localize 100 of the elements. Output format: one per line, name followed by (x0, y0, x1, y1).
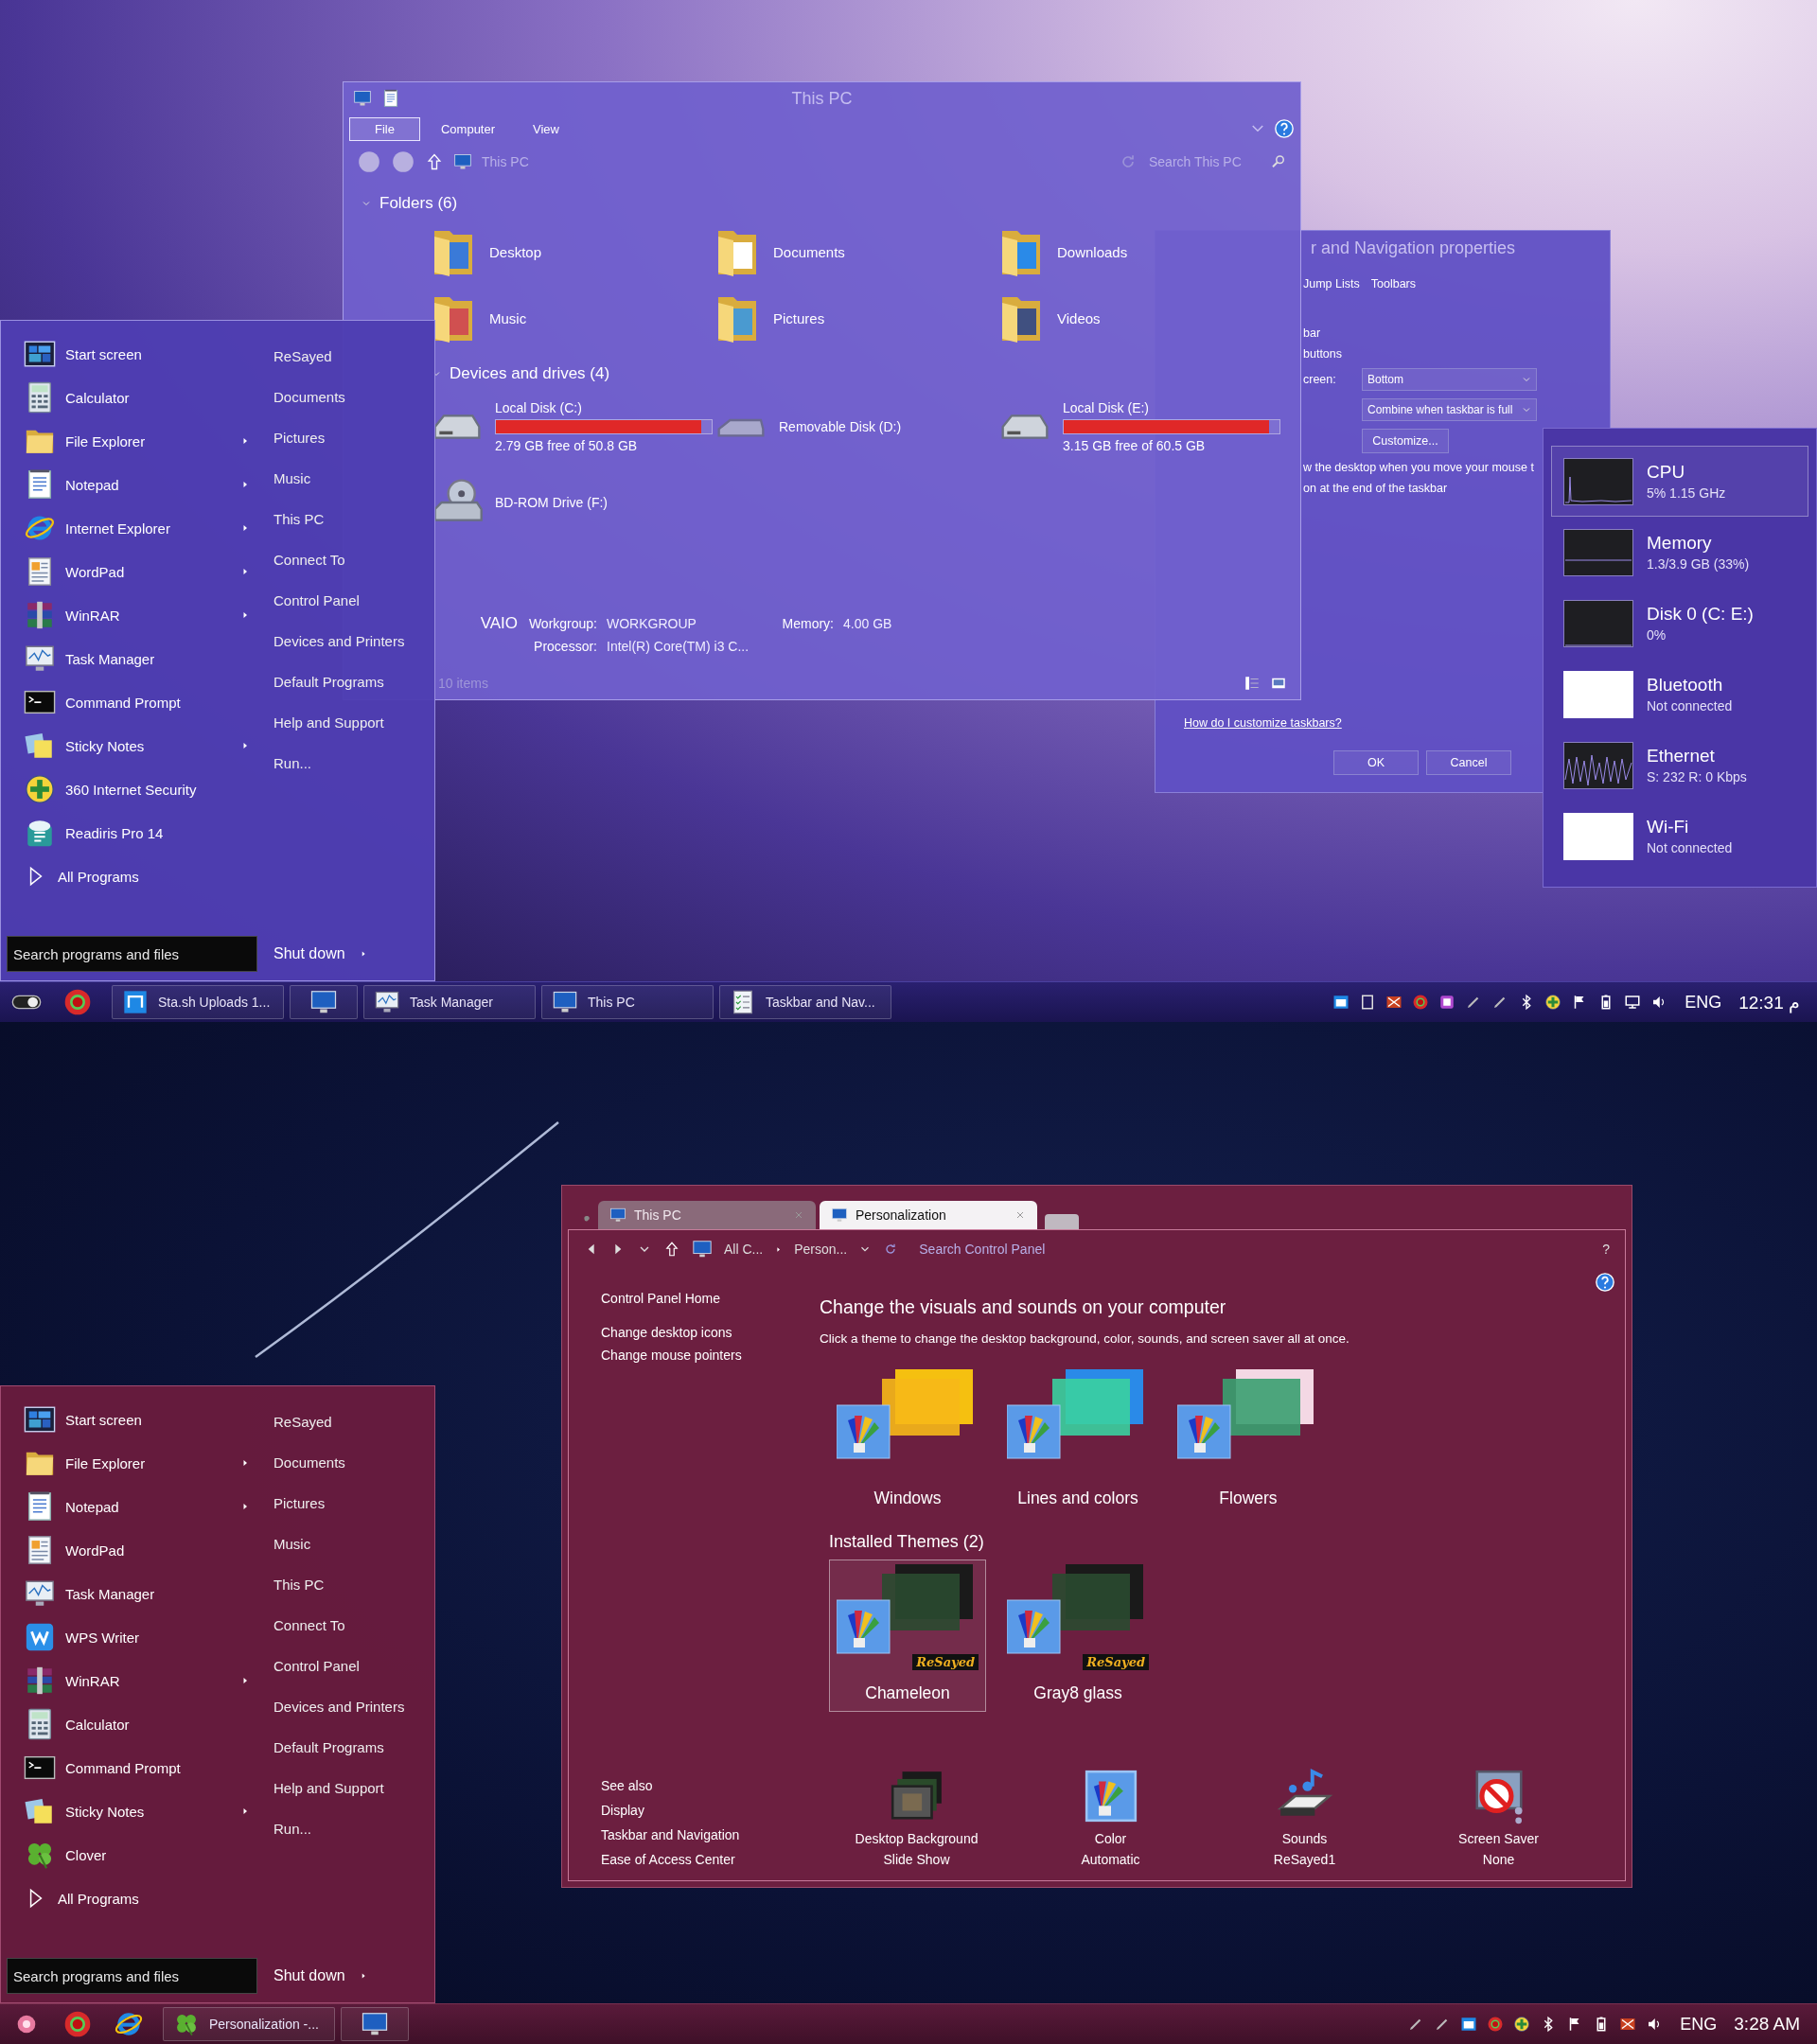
performance-item[interactable]: Bluetooth Not connected (1551, 659, 1808, 730)
program-item[interactable]: Internet Explorer (65, 520, 230, 537)
search-field[interactable]: Search programs and files (7, 1958, 257, 1994)
sphere-icon[interactable] (1412, 994, 1430, 1011)
dialog-tab[interactable]: Toolbars (1370, 277, 1416, 291)
breadcrumb[interactable]: All C... (724, 1242, 764, 1257)
clock[interactable]: 3:28 AM (1734, 2014, 1800, 2035)
menu-link[interactable]: Run... (273, 1808, 312, 1849)
menu-link[interactable]: ReSayed (273, 336, 332, 377)
program-item[interactable]: 360 Internet Security (65, 781, 251, 798)
shut-down-button[interactable]: Shut down (273, 945, 345, 962)
menu-link[interactable]: Devices and Printers (273, 621, 405, 661)
task-link[interactable]: Change desktop icons (601, 1325, 732, 1340)
window-frame-icon[interactable] (1460, 2016, 1478, 2033)
folder-item[interactable]: Videos (998, 285, 1101, 351)
folder-item[interactable]: Documents (714, 219, 845, 285)
menu-link[interactable]: Devices and Printers (273, 1686, 405, 1727)
ribbon-tab[interactable]: View (516, 117, 576, 140)
language-indicator[interactable]: ENG (1685, 992, 1722, 1013)
window-frame-icon[interactable] (1332, 994, 1350, 1011)
sphere-icon[interactable] (62, 2009, 93, 2039)
search-field[interactable]: Search This PC (1147, 153, 1261, 170)
plus-circle-icon[interactable] (1544, 994, 1562, 1011)
program-item[interactable]: Notepad (65, 476, 230, 493)
menu-link[interactable]: Control Panel (273, 580, 360, 621)
taskbar-button[interactable] (341, 2007, 409, 2041)
browser-tab[interactable]: Personalization (820, 1201, 1037, 1229)
program-item[interactable]: WordPad (65, 1542, 251, 1559)
folder-item[interactable]: Downloads (998, 219, 1128, 285)
performance-item[interactable]: Memory 1.3/3.9 GB (33%) (1551, 517, 1808, 588)
theme-item[interactable]: Windows (829, 1365, 986, 1517)
up-arrow-icon[interactable] (425, 152, 444, 171)
drive-name[interactable]: Removable Disk (D:) (779, 419, 902, 434)
folder-item[interactable]: Desktop (431, 219, 542, 285)
monitor-icon[interactable] (353, 89, 372, 108)
program-item[interactable]: File Explorer (65, 1454, 230, 1471)
related-link[interactable]: Taskbar and Navigation (601, 1827, 740, 1842)
taskbar-button[interactable] (290, 985, 358, 1019)
help-icon[interactable] (1595, 1272, 1615, 1293)
drive-name[interactable]: Local Disk (C:) (495, 400, 713, 415)
taskbar-button[interactable]: Sta.sh Uploads 1... (112, 985, 284, 1019)
program-item[interactable]: Sticky Notes (65, 737, 230, 754)
program-item[interactable]: Notepad (65, 1498, 230, 1515)
search-field[interactable]: Search Control Panel (917, 1241, 1069, 1258)
menu-link[interactable]: This PC (273, 499, 325, 539)
menu-link[interactable]: Pictures (273, 1483, 326, 1524)
menu-link[interactable]: Default Programs (273, 1727, 384, 1768)
program-item[interactable]: WinRAR (65, 607, 230, 624)
menu-link[interactable]: Music (273, 1524, 311, 1564)
drive-name[interactable]: Local Disk (E:) (1063, 400, 1280, 415)
menu-link[interactable]: Help and Support (273, 1768, 384, 1808)
theme-item[interactable]: Flowers (1170, 1365, 1327, 1517)
menu-link[interactable]: Music (273, 458, 311, 499)
folder-item[interactable]: Pictures (714, 285, 825, 351)
ribbon-tab[interactable]: File (349, 116, 420, 141)
program-item[interactable]: Command Prompt (65, 694, 251, 711)
help-link[interactable]: How do I customize taskbars? (1155, 716, 1342, 730)
program-item[interactable]: File Explorer (65, 432, 230, 449)
menu-link[interactable]: Default Programs (273, 661, 384, 702)
app-tile-icon[interactable] (1438, 994, 1456, 1011)
program-item[interactable]: Readiris Pro 14 (65, 824, 251, 841)
plus-circle-icon[interactable] (1513, 2016, 1531, 2033)
performance-item[interactable]: Disk 0 (C: E:) 0% (1551, 588, 1808, 659)
dialog-button[interactable]: OK (1333, 750, 1419, 775)
details-view-icon[interactable] (1244, 675, 1261, 692)
program-item[interactable]: Calculator (65, 389, 251, 406)
dialog-button[interactable]: Cancel (1426, 750, 1511, 775)
language-indicator[interactable]: ENG (1680, 2014, 1718, 2035)
related-link[interactable]: Ease of Access Center (601, 1852, 735, 1867)
performance-item[interactable]: Ethernet S: 232 R: 0 Kbps (1551, 730, 1808, 801)
menu-link[interactable]: Help and Support (273, 702, 384, 743)
breadcrumb[interactable]: Person... (794, 1242, 848, 1257)
all-programs-item[interactable]: All Programs (58, 868, 251, 885)
up-arrow-icon[interactable] (663, 1241, 680, 1258)
dialog-tab[interactable]: Jump Lists (1303, 277, 1360, 291)
taskbar-button[interactable]: Personalization -... (163, 2007, 335, 2041)
task-link[interactable]: Change mouse pointers (601, 1348, 742, 1363)
theme-item[interactable]: ReSayed Gray8 glass (999, 1559, 1156, 1712)
shut-down-button[interactable]: Shut down (273, 1967, 345, 1984)
menu-link[interactable]: Control Panel (273, 1646, 360, 1686)
performance-item[interactable]: Wi-Fi Not connected (1551, 801, 1808, 872)
program-item[interactable]: WinRAR (65, 1672, 230, 1689)
help-button[interactable]: ? (1602, 1242, 1610, 1257)
menu-link[interactable]: Pictures (273, 417, 326, 458)
menu-link[interactable]: Documents (273, 1442, 345, 1483)
menu-link[interactable]: Connect To (273, 1605, 345, 1646)
search-field[interactable]: Search programs and files (7, 936, 257, 972)
setting-link[interactable]: Screen Saver (1458, 1831, 1539, 1846)
search-icon[interactable] (1270, 153, 1287, 170)
folder-item[interactable]: Music (431, 285, 527, 351)
crossed-box-icon[interactable] (1385, 994, 1403, 1011)
crossed-box-icon[interactable] (1619, 2016, 1637, 2033)
menu-link[interactable]: Connect To (273, 539, 345, 580)
close-icon[interactable] (1014, 1209, 1026, 1221)
theme-item[interactable]: Lines and colors (999, 1365, 1156, 1517)
network-icon[interactable] (1624, 994, 1642, 1011)
taskbar-button[interactable]: Taskbar and Nav... (719, 985, 891, 1019)
clock[interactable]: 12:31 م (1738, 991, 1800, 1013)
program-item[interactable]: Clover (65, 1846, 251, 1863)
program-item[interactable]: Task Manager (65, 1585, 251, 1602)
